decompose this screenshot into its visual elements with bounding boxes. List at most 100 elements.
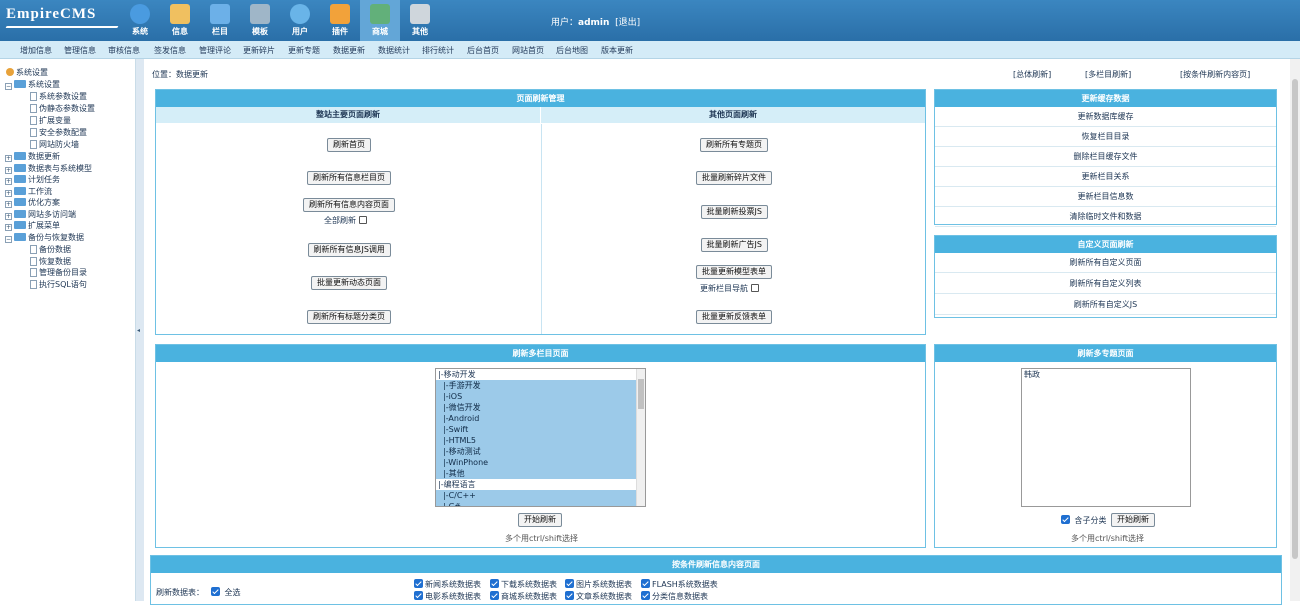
refresh-button[interactable]: 刷新所有信息JS调用 [307,243,391,257]
table-checkbox[interactable] [565,579,574,588]
custom-refresh-link[interactable]: 刷新所有自定义页面 [935,253,1276,273]
nav-system[interactable]: 系统 [120,0,160,41]
tree-root[interactable]: 系统设置 [6,67,48,78]
table-checkbox[interactable] [414,591,423,600]
custom-refresh-link[interactable]: 刷新所有自定义列表 [935,274,1276,294]
cache-link[interactable]: 删除栏目缓存文件 [935,147,1276,167]
cache-link[interactable]: 更新栏目信息数 [935,187,1276,207]
nav-other[interactable]: 其他 [400,0,440,41]
tree-group[interactable]: + 优化方案 [5,197,60,208]
table-option[interactable]: FLASH系统数据表 [641,579,718,590]
refresh-button[interactable]: 批量更新模型表单 [696,265,772,279]
class-option[interactable]: |-Android [436,413,645,424]
class-option[interactable]: |-其他 [436,468,645,479]
special-start-refresh-button[interactable]: 开始刷新 [1111,513,1155,527]
menu-item[interactable]: 数据统计 [378,45,410,56]
menu-item[interactable]: 网站首页 [512,45,544,56]
table-option[interactable]: 下载系统数据表 [490,579,557,590]
menu-item[interactable]: 管理信息 [64,45,96,56]
table-option[interactable]: 电影系统数据表 [414,591,481,602]
logout-link[interactable]: [退出] [615,18,640,28]
cache-link[interactable]: 更新栏目关系 [935,167,1276,187]
list-scrollbar[interactable] [636,369,645,506]
nav-info[interactable]: 信息 [160,0,200,41]
menu-item[interactable]: 签发信息 [154,45,186,56]
include-sub-option[interactable]: 含子分类 [1061,515,1107,526]
class-option[interactable]: |-C/C++ [436,490,645,501]
class-select-list[interactable]: |-移动开发 |-手游开发 |-iOS |-微信开发 |-Android |-Swift |… [435,368,646,507]
refresh-button[interactable]: 刷新所有信息栏目页 [307,171,391,185]
refresh-button[interactable]: 批量刷新广告JS [700,238,768,252]
class-option[interactable]: |-微信开发 [436,402,645,413]
class-option[interactable]: |-移动开发 [436,369,645,380]
tree-system-settings[interactable]: − 系统设置 [5,79,60,90]
refresh-button[interactable]: 批量刷新投票JS [700,205,768,219]
table-checkbox[interactable] [490,591,499,600]
refresh-button[interactable]: 刷新所有标题分类页 [307,310,391,324]
menu-item[interactable]: 后台首页 [467,45,499,56]
nav-template[interactable]: 模板 [240,0,280,41]
table-option[interactable]: 新闻系统数据表 [414,579,481,590]
table-checkbox[interactable] [641,579,650,588]
tree-group[interactable]: + 数据更新 [5,151,60,162]
tree-item[interactable]: 扩展变量 [30,115,71,126]
menu-item[interactable]: 管理评论 [199,45,231,56]
table-option[interactable]: 分类信息数据表 [641,591,708,602]
all-refresh-checkbox[interactable] [359,216,367,224]
nav-update-option[interactable]: 更新栏目导航 [700,283,759,294]
include-sub-checkbox[interactable] [1061,515,1070,524]
menu-item[interactable]: 更新专题 [288,45,320,56]
tree-group[interactable]: + 扩展菜单 [5,220,60,231]
class-option[interactable]: |-WinPhone [436,457,645,468]
refresh-button[interactable]: 刷新首页 [327,138,371,152]
special-select-list[interactable]: 韩政 [1021,368,1191,507]
class-option[interactable]: |-iOS [436,391,645,402]
table-checkbox[interactable] [414,579,423,588]
class-option[interactable]: |-手游开发 [436,380,645,391]
nav-shop[interactable]: 商城 [360,0,400,41]
refresh-button[interactable]: 批量刷新碎片文件 [696,171,772,185]
special-option[interactable]: 韩政 [1022,369,1190,380]
cache-link[interactable]: 更新数据库缓存 [935,107,1276,127]
tree-item[interactable]: 恢复数据 [30,256,71,267]
tree-group[interactable]: + 工作流 [5,186,52,197]
menu-item[interactable]: 版本更新 [601,45,633,56]
overall-refresh-link[interactable]: [总体刷新] [1013,69,1051,80]
tree-item[interactable]: 执行SQL语句 [30,279,87,290]
table-checkbox[interactable] [490,579,499,588]
refresh-button[interactable]: 批量更新动态页面 [311,276,387,290]
class-option[interactable]: |-Swift [436,424,645,435]
table-checkbox[interactable] [565,591,574,600]
nav-user[interactable]: 用户 [280,0,320,41]
empirecms-logo[interactable]: EmpireCMS [6,6,96,23]
conditional-refresh-link[interactable]: [按条件刷新内容页] [1180,69,1250,80]
all-refresh-option[interactable]: 全部刷新 [324,215,367,226]
menu-item[interactable]: 排行统计 [422,45,454,56]
select-all-checkbox[interactable] [211,587,220,596]
menu-item[interactable]: 增加信息 [20,45,52,56]
tree-group[interactable]: + 数据表与系统模型 [5,163,92,174]
table-checkbox[interactable] [641,591,650,600]
table-option[interactable]: 文章系统数据表 [565,591,632,602]
class-option[interactable]: |-编程语言 [436,479,645,490]
refresh-button[interactable]: 刷新所有信息内容页面 [303,198,395,212]
multi-class-refresh-link[interactable]: [多栏目刷新] [1085,69,1131,80]
cache-link[interactable]: 清除临时文件和数据 [935,207,1276,227]
nav-plugin[interactable]: 插件 [320,0,360,41]
menu-item[interactable]: 更新碎片 [243,45,275,56]
table-option[interactable]: 图片系统数据表 [565,579,632,590]
tree-item[interactable]: 伪静态参数设置 [30,103,95,114]
table-option[interactable]: 商城系统数据表 [490,591,557,602]
tree-item[interactable]: 网站防火墙 [30,139,79,150]
menu-item[interactable]: 数据更新 [333,45,365,56]
start-refresh-button[interactable]: 开始刷新 [518,513,562,527]
menu-item[interactable]: 审核信息 [108,45,140,56]
cache-link[interactable]: 恢复栏目目录 [935,127,1276,147]
menu-item[interactable]: 后台地图 [556,45,588,56]
class-option[interactable]: |-C# [436,501,645,506]
nav-column[interactable]: 栏目 [200,0,240,41]
custom-refresh-link[interactable]: 刷新所有自定义JS [935,295,1276,315]
class-option[interactable]: |-HTML5 [436,435,645,446]
page-scrollbar[interactable] [1290,59,1300,601]
sidebar-toggle[interactable]: ◂ [136,59,144,601]
